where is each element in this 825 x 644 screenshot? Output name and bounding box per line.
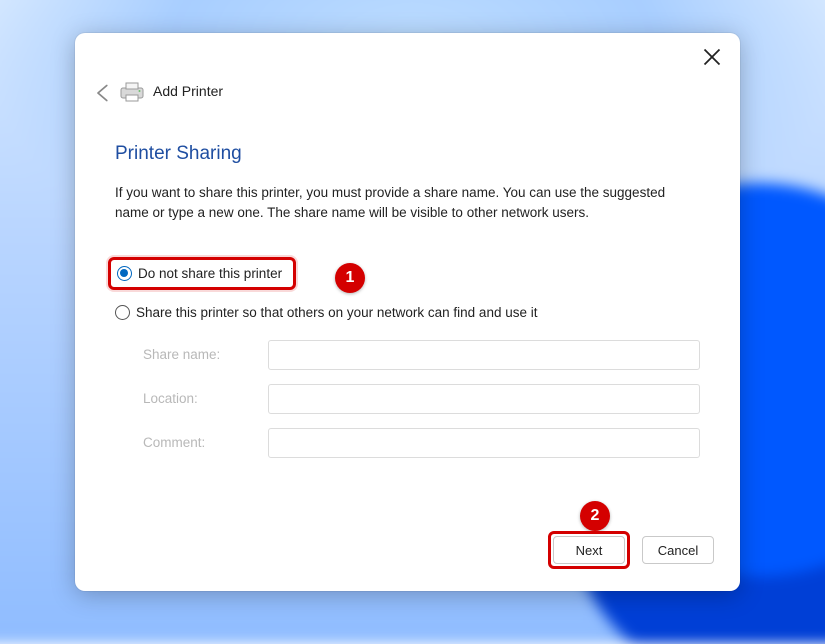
field-label: Comment: xyxy=(143,435,268,450)
radio-icon xyxy=(115,305,130,320)
comment-input xyxy=(268,428,700,458)
add-printer-dialog: Add Printer Printer Sharing If you want … xyxy=(75,33,740,591)
dialog-footer: Next Cancel xyxy=(548,531,714,569)
arrow-left-icon xyxy=(93,83,113,103)
field-label: Share name: xyxy=(143,347,268,362)
page-heading: Printer Sharing xyxy=(115,143,700,165)
share-fields: Share name: Location: Comment: xyxy=(143,340,700,458)
field-share-name: Share name: xyxy=(143,340,700,370)
field-location: Location: xyxy=(143,384,700,414)
wizard-title: Add Printer xyxy=(153,83,223,99)
close-icon xyxy=(702,47,722,67)
field-label: Location: xyxy=(143,391,268,406)
annotation-highlight-2: Next xyxy=(548,531,630,569)
sharing-options: Do not share this printer Share this pri… xyxy=(115,264,700,320)
field-comment: Comment: xyxy=(143,428,700,458)
cancel-button[interactable]: Cancel xyxy=(642,536,714,564)
share-name-input xyxy=(268,340,700,370)
dialog-content: Printer Sharing If you want to share thi… xyxy=(115,143,700,472)
close-button[interactable] xyxy=(702,47,722,67)
annotation-step-2: 2 xyxy=(580,501,610,531)
page-description: If you want to share this printer, you m… xyxy=(115,183,675,224)
option-share[interactable]: Share this printer so that others on you… xyxy=(115,305,700,320)
printer-icon xyxy=(119,81,145,103)
option-label: Share this printer so that others on you… xyxy=(136,305,537,320)
next-button[interactable]: Next xyxy=(553,536,625,564)
option-label: Do not share this printer xyxy=(138,266,282,281)
radio-icon xyxy=(117,266,132,281)
option-do-not-share[interactable]: Do not share this printer xyxy=(115,264,288,283)
location-input xyxy=(268,384,700,414)
back-button[interactable] xyxy=(93,83,113,103)
